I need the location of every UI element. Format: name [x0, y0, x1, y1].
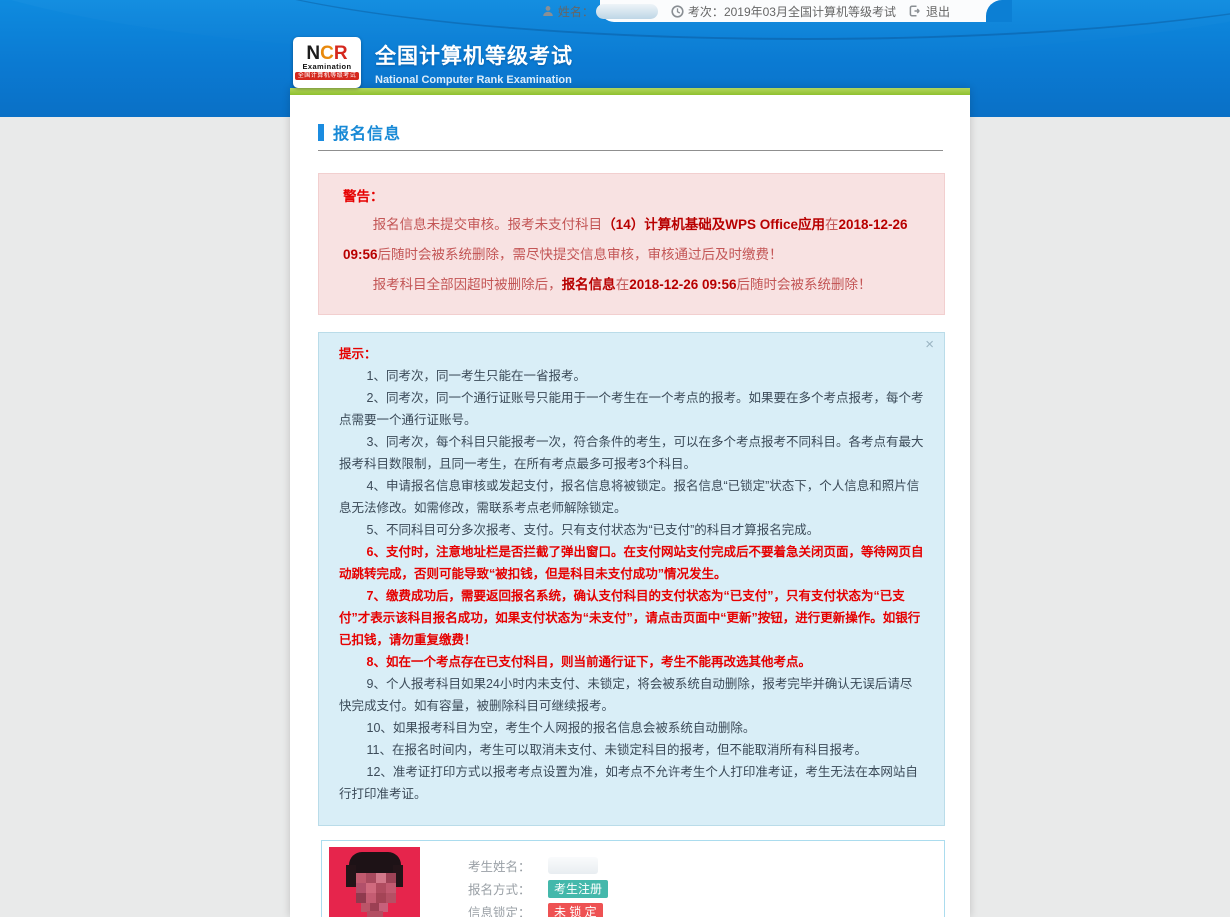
site-subtitle: National Computer Rank Examination [375, 74, 573, 86]
user-name-group: 姓名： [542, 3, 658, 20]
status-badge: 考生注册 [548, 880, 608, 898]
section-title-row: 报名信息 [318, 121, 942, 143]
clock-icon [671, 5, 684, 18]
user-session-bar: 姓名： 考次： 2019年03月全国计算机等级考试 退出 [600, 0, 1012, 22]
profile-row: 报名方式： 考生注册 [468, 877, 608, 900]
tip-item: 1、同考次，同一考生只能在一省报考。 [339, 365, 924, 387]
logo-examination-text: Examination [303, 63, 352, 71]
site-title: 全国计算机等级考试 [375, 40, 573, 70]
status-badge: 未 锁 定 [548, 903, 603, 917]
warning-heading: 警告： [343, 184, 920, 210]
tip-item: 12、准考证打印方式以报考考点设置为准，如考点不允许考生个人打印准考证，考生无法… [339, 761, 924, 805]
title-divider [318, 150, 943, 151]
session-label: 考次： [688, 3, 724, 20]
ncre-logo: NCR Examination 全国计算机等级考试 [293, 37, 361, 88]
logo-strip-text: 全国计算机等级考试 [295, 72, 360, 80]
profile-row: 信息锁定： 未 锁 定 [468, 900, 608, 917]
green-accent-strip [290, 88, 970, 95]
page-title: 报名信息 [333, 120, 401, 144]
tip-item: 7、缴费成功后，需要返回报名系统，确认支付科目的支付状态为“已支付”，只有支付状… [339, 585, 924, 651]
profile-row: 考生姓名： [468, 854, 608, 877]
tip-item: 2、同考次，同一个通行证账号只能用于一个考生在一个考点的报考。如果要在多个考点报… [339, 387, 924, 431]
tip-item: 6、支付时，注意地址栏是否拦截了弹出窗口。在支付网站支付完成后不要着急关闭页面，… [339, 541, 924, 585]
session-group: 考次： 2019年03月全国计算机等级考试 [671, 3, 896, 20]
warning-paragraph-2: 报考科目全部因超时被删除后，报名信息在2018-12-26 09:56后随时会被… [343, 270, 920, 300]
session-value: 2019年03月全国计算机等级考试 [724, 3, 896, 20]
candidate-profile-card: 考生姓名： 报名方式： 考生注册 信息锁定： 未 锁 定 [321, 840, 945, 917]
logo-letter: C [320, 43, 334, 64]
logout-button[interactable]: 退出 [909, 3, 950, 20]
tips-box: × 提示： 1、同考次，同一考生只能在一省报考。 2、同考次，同一个通行证账号只… [318, 332, 945, 826]
warning-paragraph-1: 报名信息未提交审核。报考未支付科目（14）计算机基础及WPS Office应用在… [343, 210, 920, 270]
tip-item: 3、同考次，每个科目只能报考一次，符合条件的考生，可以在多个考点报考不同科目。各… [339, 431, 924, 475]
field-label: 报名方式： [468, 879, 548, 898]
content-column: 报名信息 警告： 报名信息未提交审核。报考未支付科目（14）计算机基础及WPS … [290, 88, 970, 917]
tip-item: 8、如在一个考点存在已支付科目，则当前通行证下，考生不能再改选其他考点。 [339, 651, 924, 673]
tip-item: 10、如果报考科目为空，考生个人网报的报名信息会被系统自动删除。 [339, 717, 924, 739]
profile-fields: 考生姓名： 报名方式： 考生注册 信息锁定： 未 锁 定 [468, 847, 608, 917]
redacted-value [548, 857, 598, 874]
logout-icon [909, 5, 922, 17]
tip-item: 11、在报名时间内，考生可以取消未支付、未锁定科目的报考，但不能取消所有科目报考… [339, 739, 924, 761]
user-name-redacted [596, 4, 658, 19]
exam-registration-page: 姓名： 考次： 2019年03月全国计算机等级考试 退出 NCR Exami [0, 0, 1230, 917]
tip-item: 9、个人报考科目如果24小时内未支付、未锁定，将会被系统自动删除，报考完毕并确认… [339, 673, 924, 717]
brand-text: 全国计算机等级考试 National Computer Rank Examina… [375, 37, 573, 86]
logout-label: 退出 [926, 3, 950, 20]
logo-letter: N [306, 43, 320, 64]
logo-letter: R [334, 43, 348, 64]
warning-box: 警告： 报名信息未提交审核。报考未支付科目（14）计算机基础及WPS Offic… [318, 173, 945, 315]
userbar-corner-decoration [986, 0, 1012, 22]
tips-list: 1、同考次，同一考生只能在一省报考。 2、同考次，同一个通行证账号只能用于一个考… [339, 365, 924, 805]
user-name-label: 姓名： [558, 3, 594, 20]
title-accent-bar [318, 124, 324, 141]
ncre-logo-letters: NCR [306, 45, 347, 63]
user-icon [542, 5, 554, 17]
tips-heading: 提示： [339, 343, 924, 365]
tip-item: 4、申请报名信息审核或发起支付，报名信息将被锁定。报名信息“已锁定”状态下，个人… [339, 475, 924, 519]
candidate-photo [329, 847, 420, 917]
close-icon[interactable]: × [925, 337, 934, 352]
tip-item: 5、不同科目可分多次报考、支付。只有支付状态为“已支付”的科目才算报名完成。 [339, 519, 924, 541]
field-label: 信息锁定： [468, 902, 548, 917]
brand-header: NCR Examination 全国计算机等级考试 全国计算机等级考试 Nati… [293, 37, 573, 88]
field-label: 考生姓名： [468, 856, 548, 875]
